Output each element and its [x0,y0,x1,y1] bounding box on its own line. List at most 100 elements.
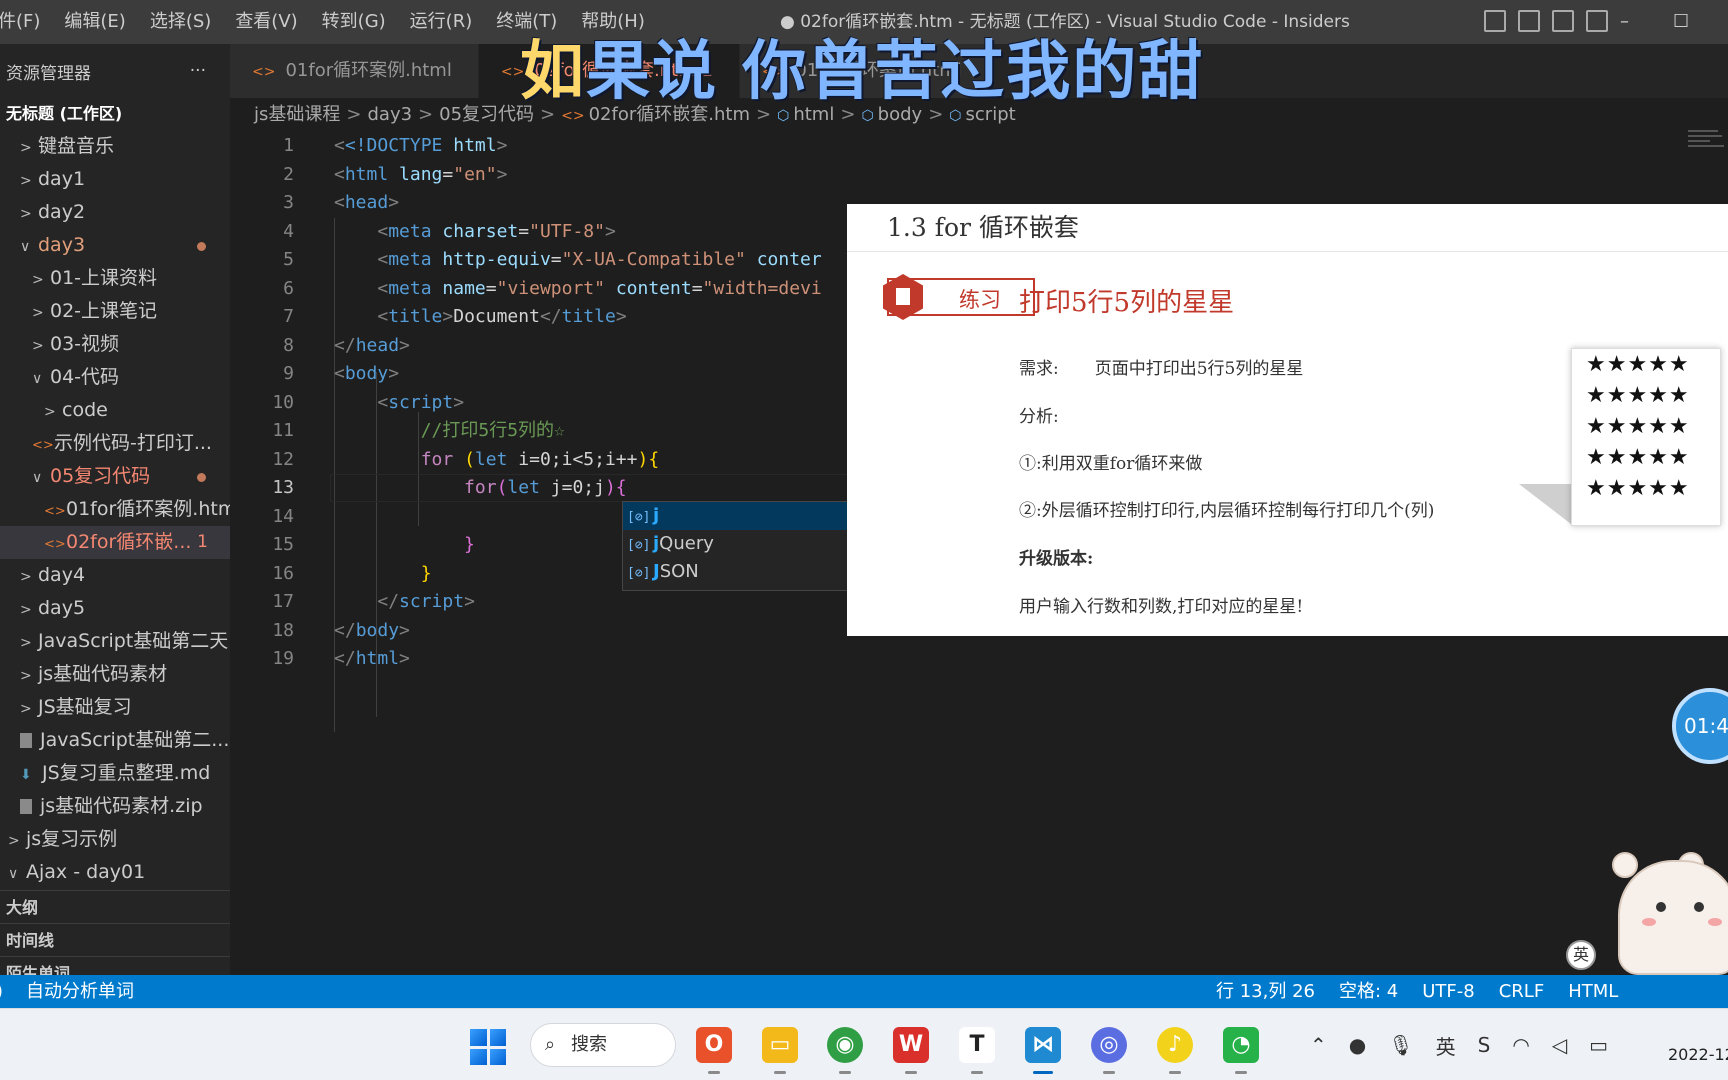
office-app-icon[interactable]: O [696,1027,732,1074]
timeline-panel[interactable]: 时间线 [0,923,230,956]
wechat-icon[interactable]: ◔ [1223,1027,1259,1074]
tree-item[interactable]: <>01for循环案例.html [0,493,230,526]
toggle-sidebar-icon[interactable] [1484,10,1506,32]
tree-item[interactable]: > js复习示例 [0,823,230,856]
tree-item[interactable]: > day4 [0,559,230,592]
chevron-right-icon: > [418,104,434,125]
status-cursor-position[interactable]: 行 13,列 26 [1216,975,1315,1008]
chevron-right-icon: > [44,404,56,420]
workspace-title[interactable]: 无标题 (工作区) [0,98,230,130]
chevron-down-icon: ∨ [8,866,19,882]
slide-step1: ①:利用双重for循环来做 [1019,454,1203,474]
chevron-down-icon: ∨ [32,371,43,387]
tree-item[interactable]: > day2 [0,196,230,229]
tree-item-label: JavaScript基础第二... [40,729,230,751]
stars-row: ★★★★★ [1586,352,1690,377]
chevron-right-icon: > [20,140,32,156]
tree-item[interactable]: JavaScript基础第二... [0,724,230,757]
suggest-item-json[interactable]: [⊘] JSON [623,558,851,586]
file-explorer-icon[interactable]: ▭ [762,1027,798,1074]
suggest-item-j[interactable]: [⊘] j [623,502,851,530]
zip-file-icon [20,724,40,757]
sogou-icon[interactable]: S [1478,1033,1491,1057]
lesson-slide: 1.3 for 循环嵌套 练习 打印5行5列的星星 需求: 页面中打印出5行5列的… [847,204,1728,636]
browser-icon[interactable]: ◎ [1091,1027,1127,1074]
minimize-icon[interactable]: – [1620,0,1629,44]
decorative-shadow [1519,484,1571,524]
battery-icon[interactable]: ▭ [1589,1033,1608,1057]
video-subtitle: 如果说 你曾苦过我的甜 [520,20,1204,112]
menu-view[interactable]: 查看(V) [223,0,309,44]
chevron-up-icon[interactable]: ⌃ [1310,1033,1327,1057]
tree-item[interactable]: ∨ Ajax - day01 [0,856,230,889]
chevron-right-icon: > [20,206,32,222]
tree-item[interactable]: >01-上课资料 [0,262,230,295]
wps-icon[interactable]: W [893,1027,929,1074]
menu-file[interactable]: 件(F) [0,0,52,44]
status-language[interactable]: HTML [1568,975,1618,1008]
tree-item[interactable]: > day5 [0,592,230,625]
tree-item[interactable]: > JS基础复习 [0,691,230,724]
breadcrumb-item[interactable]: day3 [367,104,412,125]
tree-item[interactable]: ∨ 05复习代码 [0,460,230,493]
tree-item[interactable]: >03-视频 [0,328,230,361]
toggle-secondary-sidebar-icon[interactable] [1552,10,1574,32]
modified-dot-icon [197,473,206,482]
status-auto-analyze[interactable]: 自动分析单词 [26,975,134,1008]
music-icon[interactable]: ♪ [1157,1027,1193,1074]
menu-run[interactable]: 运行(R) [398,0,485,44]
typora-icon[interactable]: T [959,1027,995,1074]
customize-layout-icon[interactable] [1586,10,1608,32]
menu-goto[interactable]: 转到(G) [310,0,398,44]
chevron-right-icon: > [32,338,44,354]
suggest-widget: [⊘] j [⊘] jQuery [⊘] JSON [622,501,852,591]
zip-file-icon [20,790,40,823]
tree-item[interactable]: ∨ day3 [0,229,230,262]
suggest-item-jquery[interactable]: [⊘] jQuery [623,530,851,558]
toggle-panel-icon[interactable] [1518,10,1540,32]
tree-item[interactable]: > day1 [0,163,230,196]
tree-item-label: 05复习代码 [50,465,151,487]
chrome-icon[interactable]: ◉ [827,1027,863,1074]
variable-icon: [⊘] [627,538,651,553]
stars-row: ★★★★★ [1586,414,1690,439]
remote-indicator[interactable]: ) [0,975,3,1008]
tree-item[interactable]: >02-上课笔记 [0,295,230,328]
tree-item-label: 示例代码-打印订... [54,432,212,454]
tree-item[interactable]: > 键盘音乐 [0,130,230,163]
start-button[interactable] [470,1029,506,1065]
tree-item[interactable]: ⬇ JS复习重点整理.md [0,757,230,790]
chevron-right-icon: > [20,602,32,618]
chevron-right-icon: > [8,833,20,849]
breadcrumb-item[interactable]: js基础课程 [254,104,340,125]
chevron-right-icon: > [20,635,32,651]
outline-panel[interactable]: 大纲 [0,890,230,923]
status-right: 行 13,列 26 空格: 4 UTF-8 CRLF HTML [1216,975,1618,1008]
microphone-icon[interactable]: 🎙 [1388,1033,1413,1057]
tree-item[interactable]: js基础代码素材.zip [0,790,230,823]
minimap[interactable] [1688,130,1728,170]
ime-tray[interactable]: 英 [1436,1031,1456,1060]
menu-edit[interactable]: 编辑(E) [52,0,137,44]
status-encoding[interactable]: UTF-8 [1422,975,1474,1008]
tree-item[interactable]: ∨ 04-代码 [0,361,230,394]
volume-icon[interactable]: ◁ [1552,1033,1567,1057]
tab-01for-loop[interactable]: <> 01for循环案例.html [230,44,479,98]
maximize-icon[interactable]: ☐ [1673,0,1689,44]
tree-item[interactable]: > JavaScript基础第二天 [0,625,230,658]
tree-item[interactable]: > js基础代码素材 [0,658,230,691]
menu-selection[interactable]: 选择(S) [138,0,223,44]
tray-app-icon[interactable]: ● [1349,1033,1366,1057]
wifi-icon[interactable]: ◠ [1512,1033,1529,1057]
tree-item[interactable]: > code [0,394,230,427]
tree-item[interactable]: <>02for循环嵌... 1 [0,526,230,559]
status-indentation[interactable]: 空格: 4 [1339,975,1398,1008]
taskbar-search[interactable]: ⌕ 搜索 [530,1023,676,1067]
taskbar-clock[interactable]: 2022-12 [1668,1045,1728,1064]
status-eol[interactable]: CRLF [1499,975,1544,1008]
exercise-badge: 练习 [883,274,1035,320]
ime-indicator[interactable]: 英 [1566,940,1596,970]
more-actions-icon[interactable]: ··· [190,61,206,81]
tree-item[interactable]: <>示例代码-打印订... [0,427,230,460]
vscode-icon[interactable]: ⋈ [1025,1027,1061,1074]
